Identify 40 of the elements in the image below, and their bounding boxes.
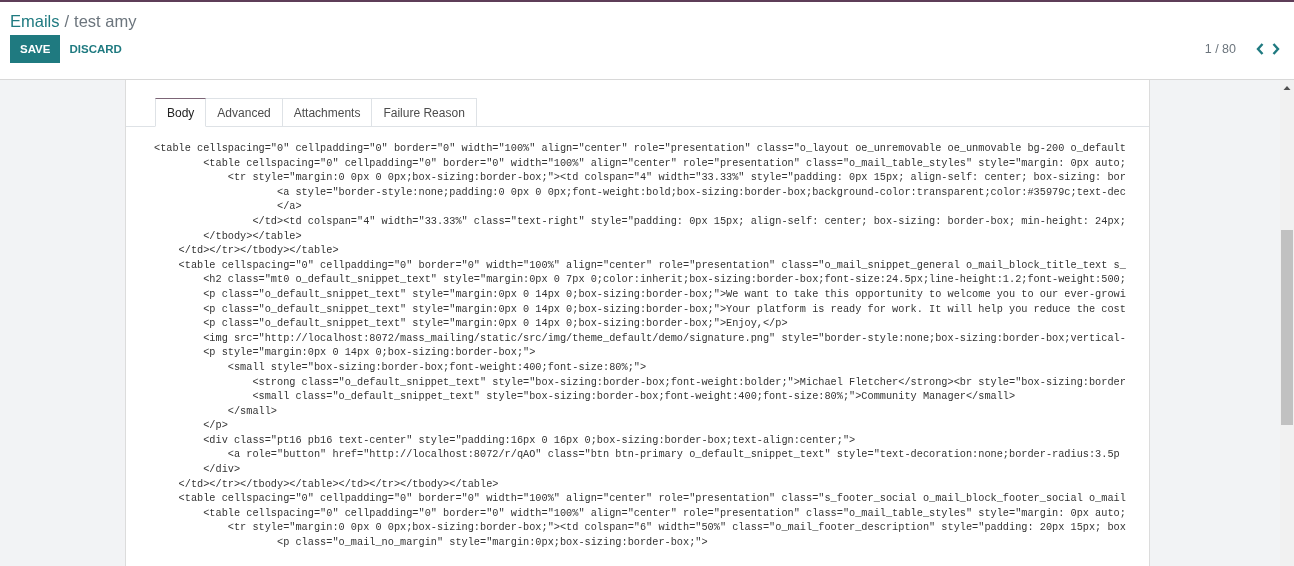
code-line: <table cellspacing="0" cellpadding="0" border="0" width="100%" align="center" role="presentation" class="o_mail_table_styles" style="margin: 0px auto; — [202, 155, 1126, 171]
breadcrumb-separator: / — [64, 12, 70, 31]
code-line: </td></tr></tbody></table> — [177, 243, 339, 258]
code-line: </td><td colspan="4" width="33.33%" class="text-right" style="padding: 0px 15px; align-self: center; box-sizing: border-box; min-height: 24px; — [251, 213, 1126, 229]
code-line: </td></tr></tbody></table></td></tr></tbody></table> — [177, 476, 499, 492]
code-line: </div> — [202, 462, 241, 477]
tab[interactable]: Failure Reason — [372, 98, 477, 127]
code-line: <p class="o_mail_no_margin" style="margin:0px;box-sizing:border-box;"> — [276, 535, 708, 550]
discard-button[interactable]: DISCARD — [60, 35, 131, 63]
code-line: <div class="pt16 pb16 text-center" style="padding:16px 0 16px 0;box-sizing:border-box;text-align:center;"> — [202, 432, 856, 448]
code-line: <h2 class="mt0 o_default_snippet_text" style="margin:0px 0 7px 0;color:inherit;box-sizing:border-box;font-size:24.5px;line-height:1.2;font-weight:500; — [202, 272, 1126, 287]
breadcrumb-link[interactable]: Emails — [10, 12, 60, 31]
code-line: <strong class="o_default_snippet_text" style="box-sizing:border-box;font-weight:bolder;">Michael Fletcher</strong><br style="box-sizing:border — [251, 374, 1126, 390]
tab[interactable]: Attachments — [282, 98, 373, 127]
next-icon — [1272, 43, 1280, 55]
pager-counter: 1 / 80 — [1204, 42, 1236, 56]
previous-icon — [1256, 43, 1264, 55]
code-line: <table cellspacing="0" cellpadding="0" border="0" width="100%" align="center" role="presentation" class="o_mail_snippet_general o_mail_block_title_text s_ — [177, 257, 1126, 273]
code-line: </tbody></table> — [202, 228, 302, 244]
code-line: <p class="o_default_snippet_text" style="margin:0px 0 14px 0;box-sizing:border-box;">Enjoy,</p> — [202, 316, 788, 331]
code-line: <table cellspacing="0" cellpadding="0" border="0" width="100%" align="center" role="presentation" class="o_mail_table_styles" style="margin: 0px auto; — [202, 505, 1126, 521]
code-line: <p class="o_default_snippet_text" style="margin:0px 0 14px 0;box-sizing:border-box;">We want to take this opportunity to welcome you to our ever-growi — [202, 286, 1126, 302]
tab[interactable]: Advanced — [206, 98, 283, 127]
code-line: <p class="o_default_snippet_text" style="margin:0px 0 14px 0;box-sizing:border-box;">Your platform is ready for work. It will help you reduce the cost — [202, 301, 1126, 317]
tab[interactable]: Body — [155, 98, 207, 127]
code-line: <p style="margin:0px 0 14px 0;box-sizing:border-box;"> — [202, 345, 536, 360]
code-line: <a role="button" href="http://localhost:8072/r/qAO" class="btn btn-primary o_default_snippet_text" style="text-decoration:none;border-radius:3.5p — [226, 447, 1120, 463]
code-line: <tr style="margin:0 0px 0 0px;box-sizing:border-box;"><td colspan="4" width="33.33%" style="padding: 0px 15px; align-self: center; box-sizing: bor — [226, 170, 1126, 185]
code-line: <small style="box-sizing:border-box;font-weight:400;font-size:80%;"> — [226, 359, 647, 375]
record-title: test amy — [74, 12, 137, 31]
code-line: <tr style="margin:0 0px 0 0px;box-sizing:border-box;"><td colspan="6" width="50%" class="o_mail_footer_description" style="padding: 20px 15px; box — [226, 520, 1126, 536]
code-line: <table cellspacing="0" cellpadding="0" border="0" width="100%" align="center" role="presentation" class="o_layout oe_unremovable oe_unmovable bg-200 o_default — [154, 141, 1126, 156]
save-button[interactable]: SAVE — [10, 35, 61, 63]
code-line: <small class="o_default_snippet_text" style="box-sizing:border-box;font-weight:400;font-size:80%;">Community Manager</small> — [251, 389, 1016, 404]
code-line: </a> — [276, 199, 302, 214]
code-line: <table cellspacing="0" cellpadding="0" border="0" width="100%" align="center" role="presentation" class="s_footer_social o_mail_block_footer_social o_mail — [177, 491, 1126, 506]
code-line: </p> — [202, 418, 228, 433]
code-line: <a style="border-style:none;padding:0 0px 0 0px;font-weight:bold;box-sizing:border-box;background-color:transparent;color:#35979c;text-dec — [276, 184, 1126, 200]
code-line: <img src="http://localhost:8072/mass_mailing/static/src/img/theme_default/demo/signature.png" style="border-style:none;box-sizing:border-box;vertical- — [202, 330, 1126, 346]
code-line: </small> — [226, 403, 278, 419]
